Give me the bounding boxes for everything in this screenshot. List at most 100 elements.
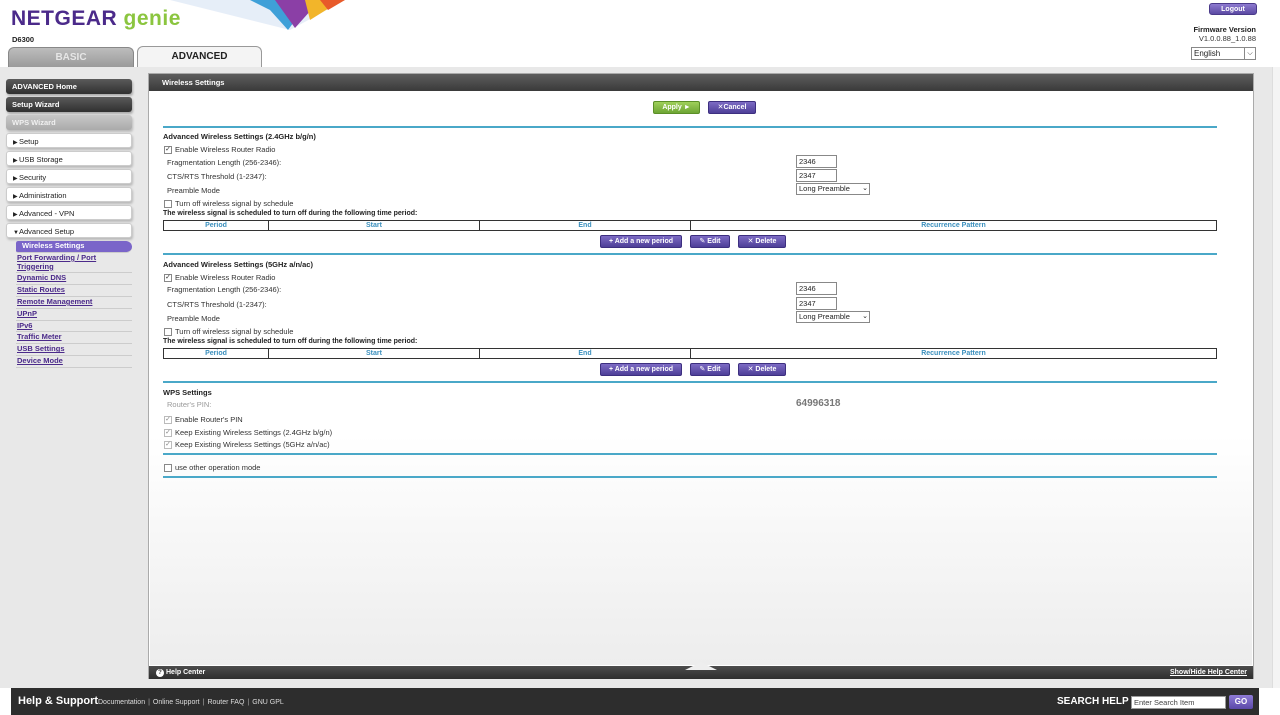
gnu-gpl-link[interactable]: GNU GPL (252, 699, 284, 706)
sidebar-setup-wizard[interactable]: Setup Wizard (6, 97, 132, 112)
submenu-wireless-settings[interactable]: Wireless Settings (16, 241, 132, 253)
tab-advanced[interactable]: ADVANCED (137, 46, 262, 68)
checkbox-checked[interactable]: ✓ (164, 274, 172, 283)
submenu-device-mode[interactable]: Device Mode (16, 356, 132, 368)
help-support-bar: Help & Support Documentation | Online Supp… (11, 688, 1259, 715)
column-header-period: Period (164, 349, 269, 358)
chevron-down-icon: ⌄ (862, 313, 868, 320)
sidebar-advanced-setup[interactable]: ▼Advanced Setup (6, 223, 132, 238)
firmware-label: Firmware Version (1193, 25, 1256, 34)
wps-pin-label: Router's PIN: (167, 400, 212, 409)
section-divider (163, 453, 1217, 455)
panel-title: Wireless Settings (149, 74, 1253, 91)
column-header-end: End (480, 349, 691, 358)
column-header-start: Start (269, 221, 480, 230)
scrollbar[interactable] (1272, 67, 1280, 688)
show-hide-help-link[interactable]: Show/Hide Help Center (1170, 666, 1247, 679)
submenu-usb-settings[interactable]: USB Settings (16, 344, 132, 356)
submenu-static-routes[interactable]: Static Routes (16, 285, 132, 297)
online-support-link[interactable]: Online Support (153, 699, 200, 706)
firmware-version: V1.0.0.88_1.0.88 (1198, 34, 1256, 43)
advanced-setup-submenu: Wireless Settings Port Forwarding / Port… (6, 241, 132, 368)
band24-rts-label: CTS/RTS Threshold (1-2347): (167, 172, 267, 181)
submenu-dynamic-dns[interactable]: Dynamic DNS (16, 273, 132, 286)
other-operation-mode[interactable]: use other operation mode (164, 463, 260, 473)
checkbox-unchecked[interactable] (164, 328, 172, 337)
search-go-button[interactable]: GO (1229, 695, 1253, 709)
section-divider (163, 381, 1217, 383)
submenu-ipv6[interactable]: IPv6 (16, 321, 132, 333)
sidebar-administration[interactable]: ▶Administration (6, 187, 132, 202)
search-input[interactable]: Enter Search Item (1131, 696, 1226, 709)
submenu-remote-management[interactable]: Remote Management (16, 297, 132, 309)
wps-enable-pin: ✓ Enable Router's PIN (164, 415, 243, 425)
help-center-bar: ? Help Center Show/Hide Help Center (149, 662, 1253, 679)
band5-delete-button[interactable]: ✕ Delete (738, 363, 786, 376)
chevron-down-icon: ⌄ (862, 185, 868, 192)
checkbox-unchecked[interactable] (164, 200, 172, 209)
main-panel: Wireless Settings Apply ► ✕Cancel Advanc… (148, 73, 1254, 679)
help-links: Documentation | Online Support | Router FAQ |… (98, 699, 284, 706)
model-name: D6300 (12, 35, 35, 44)
band5-preamble-label: Preamble Mode (167, 314, 220, 323)
column-header-recurrence: Recurrence Pattern (921, 350, 986, 357)
band24-enable-radio[interactable]: ✓ Enable Wireless Router Radio (164, 145, 275, 155)
checkbox-checked-disabled: ✓ (164, 429, 172, 438)
band5-add-period-button[interactable]: + Add a new period (600, 363, 682, 376)
band24-frag-input[interactable]: 2346 (796, 155, 837, 168)
band24-preamble-select[interactable]: Long Preamble ⌄ (796, 183, 870, 195)
band5-frag-input[interactable]: 2346 (796, 282, 837, 295)
sidebar-security[interactable]: ▶Security (6, 169, 132, 184)
sidebar-setup[interactable]: ▶Setup (6, 133, 132, 148)
band5-rts-label: CTS/RTS Threshold (1-2347): (167, 300, 267, 309)
help-center-toggle[interactable]: ? Help Center (156, 666, 205, 679)
logout-button[interactable]: Logout (1209, 3, 1257, 15)
expand-arrow-icon[interactable] (685, 662, 717, 670)
band24-schedule-table: Period Start End Recurrence Pattern (163, 220, 1217, 231)
cancel-button[interactable]: ✕Cancel (708, 101, 756, 114)
band5-preamble-select[interactable]: Long Preamble ⌄ (796, 311, 870, 323)
wps-title: WPS Settings (163, 388, 212, 397)
band24-rts-input[interactable]: 2347 (796, 169, 837, 182)
submenu-upnp[interactable]: UPnP (16, 309, 132, 321)
wps-keep-5: ✓ Keep Existing Wireless Settings (5GHz a… (164, 440, 330, 450)
band5-schedule-toggle[interactable]: Turn off wireless signal by schedule (164, 327, 293, 337)
band5-schedule-table: Period Start End Recurrence Pattern (163, 348, 1217, 359)
documentation-link[interactable]: Documentation (98, 699, 145, 706)
apply-button[interactable]: Apply ► (653, 101, 700, 114)
router-faq-link[interactable]: Router FAQ (207, 699, 244, 706)
band5-enable-radio[interactable]: ✓ Enable Wireless Router Radio (164, 273, 275, 283)
band24-schedule-toggle[interactable]: Turn off wireless signal by schedule (164, 199, 293, 209)
sidebar: ADVANCED Home Setup Wizard WPS Wizard ▶S… (6, 79, 132, 368)
sidebar-advanced-home[interactable]: ADVANCED Home (6, 79, 132, 94)
submenu-port-forwarding[interactable]: Port Forwarding / Port Triggering (16, 253, 132, 274)
chevron-down-icon: ⌵ (1244, 48, 1255, 59)
band5-rts-input[interactable]: 2347 (796, 297, 837, 310)
sidebar-wps-wizard[interactable]: WPS Wizard (6, 115, 132, 130)
band24-edit-button[interactable]: ✎ Edit (690, 235, 730, 248)
logo-swoosh-graphic (170, 0, 345, 30)
band5-edit-button[interactable]: ✎ Edit (690, 363, 730, 376)
sidebar-advanced-vpn[interactable]: ▶Advanced - VPN (6, 205, 132, 220)
band5-title: Advanced Wireless Settings (5GHz a/n/ac) (163, 260, 313, 269)
section-divider (163, 253, 1217, 255)
band24-title: Advanced Wireless Settings (2.4GHz b/g/n… (163, 132, 316, 141)
help-icon: ? (156, 669, 164, 677)
netgear-genie-logo: NETGEAR genie (11, 7, 181, 30)
checkbox-unchecked[interactable] (164, 464, 172, 473)
section-divider (163, 476, 1217, 478)
band5-frag-label: Fragmentation Length (256-2346): (167, 285, 282, 294)
checkbox-checked-disabled: ✓ (164, 416, 172, 425)
column-header-period: Period (164, 221, 269, 230)
column-header-recurrence: Recurrence Pattern (921, 222, 986, 229)
band24-add-period-button[interactable]: + Add a new period (600, 235, 682, 248)
submenu-traffic-meter[interactable]: Traffic Meter (16, 332, 132, 345)
wps-keep-24: ✓ Keep Existing Wireless Settings (2.4GHz… (164, 428, 333, 438)
tab-basic[interactable]: BASIC (8, 47, 134, 67)
column-header-start: Start (269, 349, 480, 358)
sidebar-usb-storage[interactable]: ▶USB Storage (6, 151, 132, 166)
band24-delete-button[interactable]: ✕ Delete (738, 235, 786, 248)
section-divider (163, 126, 1217, 128)
language-select[interactable]: English ⌵ (1191, 47, 1256, 60)
checkbox-checked[interactable]: ✓ (164, 146, 172, 155)
